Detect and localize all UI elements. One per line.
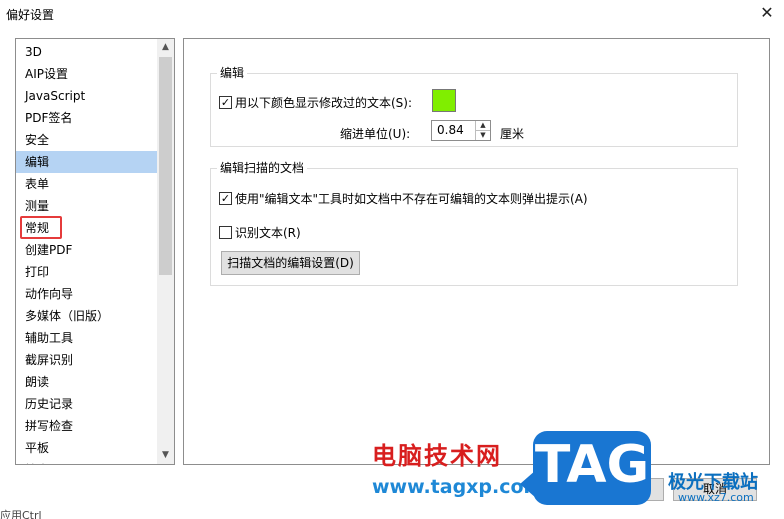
category-list-panel[interactable]: 3D AIP设置 JavaScript PDF签名安全编辑表单测量常规创建PDF 打印动… [15,38,175,465]
indent-unit: 厘米 [500,127,525,141]
category-label: 安全 [25,133,50,147]
category-label: PDF签名 [25,111,73,125]
category-item[interactable]: 拼写检查 [16,415,157,437]
recognize-text-label: 识别文本(R) [235,226,301,240]
category-item[interactable]: 创建PDF [16,239,157,261]
category-item[interactable]: 截屏识别 [16,349,157,371]
popup-prompt-label: 使用"编辑文本"工具时如文档中不存在可编辑的文本则弹出提示(A) [235,192,588,206]
category-item[interactable]: 动作向导 [16,283,157,305]
indent-spin-buttons[interactable]: ▲ ▼ [475,121,490,140]
scrollbar-thumb[interactable] [159,57,172,275]
category-item[interactable]: 搜索 [16,459,157,464]
watermark-site-name: 电脑技术网 [372,442,502,470]
category-item[interactable]: AIP设置 [16,63,157,85]
settings-panel: 编辑 ✓ 用以下颜色显示修改过的文本(S): 缩进单位(U): 0.84 ▲ ▼… [183,38,770,465]
scan-group-title: 编辑扫描的文档 [217,161,308,175]
category-item[interactable]: 编辑 [16,151,157,173]
category-label: AIP设置 [25,67,68,81]
edit-group: 编辑 ✓ 用以下颜色显示修改过的文本(S): 缩进单位(U): 0.84 ▲ ▼… [210,66,738,147]
show-modified-text-checkbox[interactable]: ✓ [219,96,232,109]
category-label: 朗读 [25,375,50,389]
category-label: 动作向导 [25,287,74,301]
category-label: 测量 [25,199,50,213]
window-title: 偏好设置 [6,8,55,22]
category-item[interactable]: 安全 [16,129,157,151]
category-item[interactable]: 表单 [16,173,157,195]
indent-label: 缩进单位(U): [340,127,411,141]
category-item[interactable]: 朗读 [16,371,157,393]
category-item[interactable]: 历史记录 [16,393,157,415]
category-item[interactable]: 打印 [16,261,157,283]
highlight-color-picker[interactable] [432,89,456,112]
recognize-text-checkbox[interactable] [219,226,232,239]
category-label: 搜索 [25,463,49,464]
watermark-logo-url: www.xz7.com [678,491,754,504]
bottom-partial-text: 应用Ctrl [0,509,42,519]
category-item[interactable]: 常规 [16,216,157,239]
scan-edit-group: 编辑扫描的文档 ✓ 使用"编辑文本"工具时如文档中不存在可编辑的文本则弹出提示(… [210,161,738,286]
popup-prompt-checkbox[interactable]: ✓ [219,192,232,205]
category-item[interactable]: 多媒体（旧版） [16,305,157,327]
category-label: 打印 [25,265,50,279]
category-item[interactable]: PDF签名 [16,107,157,129]
scroll-up-icon[interactable]: ▲ [157,39,174,56]
show-modified-text-label: 用以下颜色显示修改过的文本(S): [235,96,413,110]
category-label: 拼写检查 [25,419,74,433]
scroll-down-icon[interactable]: ▼ [157,447,174,464]
recognize-text-row[interactable]: 识别文本(R) [219,224,301,241]
category-label: 截屏识别 [25,353,74,367]
category-label: 3D [25,45,42,59]
category-label: 表单 [25,177,50,191]
category-label: 创建PDF [25,243,73,257]
category-scrollbar[interactable]: ▲ ▼ [157,39,174,464]
watermark-tag-logo: TAG [533,431,651,505]
category-label: 历史记录 [25,397,74,411]
category-item[interactable]: 辅助工具 [16,327,157,349]
category-label: 平板 [25,441,50,455]
indent-value[interactable]: 0.84 [437,123,464,137]
category-list: 3D AIP设置 JavaScript PDF签名安全编辑表单测量常规创建PDF 打印动… [16,41,157,464]
watermark-tag-text: TAG [534,435,650,495]
category-label: JavaScript [25,89,86,103]
category-item[interactable]: 测量 [16,195,157,217]
category-item[interactable]: 平板 [16,437,157,459]
highlight-annotation-box [20,216,62,239]
popup-prompt-row[interactable]: ✓ 使用"编辑文本"工具时如文档中不存在可编辑的文本则弹出提示(A) [219,190,588,207]
spin-down-icon[interactable]: ▼ [476,131,490,141]
watermark-site-url: www.tagxp.com [372,476,544,498]
category-label: 辅助工具 [25,331,74,345]
close-icon[interactable]: ✕ [754,2,780,24]
title-bar: 偏好设置 ✕ [0,0,784,28]
scan-settings-button[interactable]: 扫描文档的编辑设置(D) [221,251,360,275]
spin-up-icon[interactable]: ▲ [476,121,490,131]
category-item[interactable]: JavaScript [16,85,157,107]
edit-group-title: 编辑 [217,66,248,80]
indent-spinbox[interactable]: 0.84 ▲ ▼ [431,120,491,141]
category-item[interactable]: 3D [16,41,157,63]
category-label: 多媒体（旧版） [25,309,110,323]
show-modified-text-row[interactable]: ✓ 用以下颜色显示修改过的文本(S): [219,94,412,111]
category-label: 编辑 [25,155,50,169]
